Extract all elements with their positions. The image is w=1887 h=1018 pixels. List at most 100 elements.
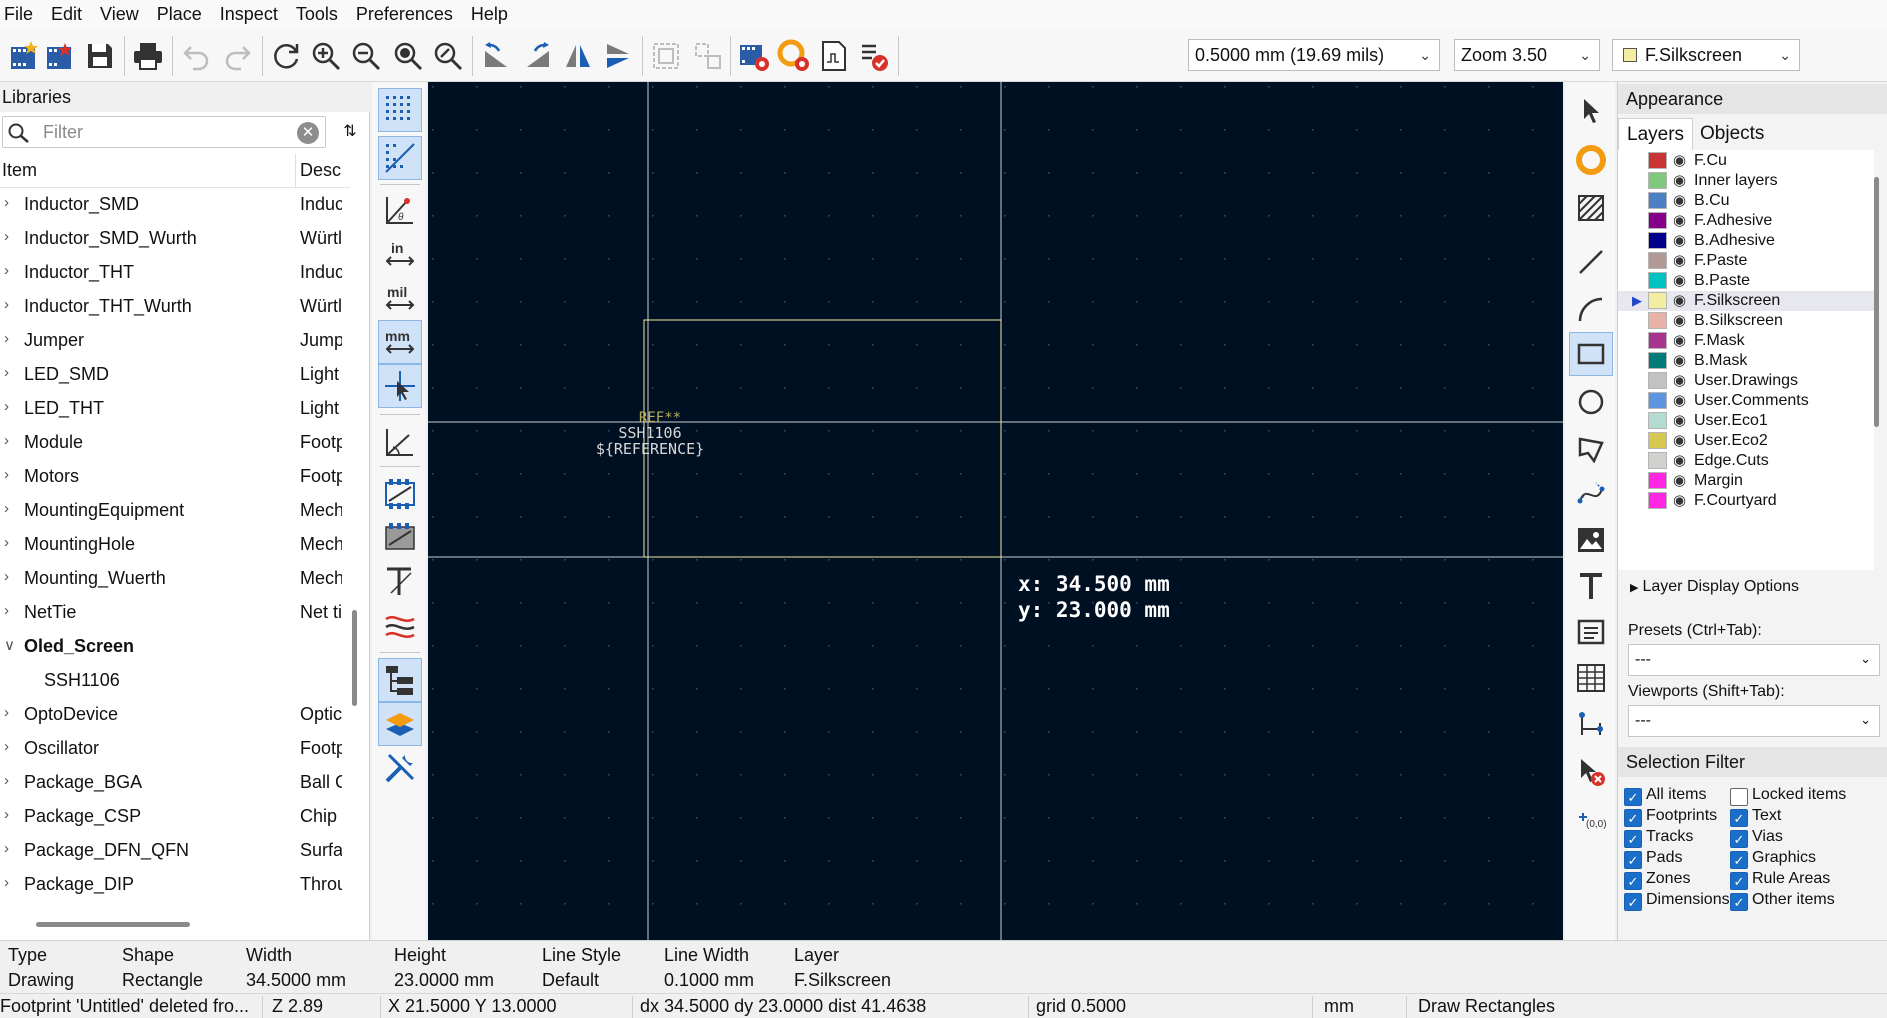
layer-row[interactable]: ◉ User.Eco2	[1618, 431, 1874, 451]
checkbox-checked-icon[interactable]: ✓	[1624, 830, 1642, 848]
layer-row[interactable]: ◉ User.Drawings	[1618, 371, 1874, 391]
chevron-right-icon[interactable]: ›	[4, 568, 9, 585]
draw-circle-button[interactable]	[1569, 380, 1613, 424]
library-item[interactable]: › Inductor_SMD Induc	[0, 188, 350, 222]
checkbox-checked-icon[interactable]: ✓	[1730, 851, 1748, 869]
presets-select[interactable]: --- ⌄	[1628, 644, 1880, 676]
checkbox-checked-icon[interactable]: ✓	[1624, 851, 1642, 869]
units-inches-button[interactable]: in	[378, 232, 422, 276]
zoom-objects-button[interactable]	[428, 36, 468, 76]
eye-visibility-icon[interactable]: ◉	[1673, 151, 1686, 169]
menu-place[interactable]: Place	[153, 0, 216, 28]
column-header-item[interactable]: Item	[2, 160, 37, 181]
selection-filter-checkbox[interactable]: ✓ Tracks	[1624, 828, 1693, 850]
layer-row[interactable]: ◉ B.Paste	[1618, 271, 1874, 291]
layer-color-swatch[interactable]	[1648, 352, 1667, 369]
eye-visibility-icon[interactable]: ◉	[1673, 331, 1686, 349]
layer-color-swatch[interactable]	[1648, 232, 1667, 249]
tab-layers[interactable]: Layers	[1618, 118, 1694, 150]
eye-visibility-icon[interactable]: ◉	[1673, 491, 1686, 509]
delete-tool-button[interactable]	[1569, 750, 1613, 794]
eye-visibility-icon[interactable]: ◉	[1673, 311, 1686, 329]
eye-visibility-icon[interactable]: ◉	[1673, 371, 1686, 389]
zoom-in-button[interactable]	[306, 36, 346, 76]
add-text-button[interactable]	[1569, 564, 1613, 608]
layer-color-swatch[interactable]	[1648, 172, 1667, 189]
library-item[interactable]: › Motors Footp	[0, 460, 350, 494]
pad-settings-button[interactable]	[774, 36, 814, 76]
viewports-select[interactable]: --- ⌄	[1628, 705, 1880, 737]
grid-dots-button[interactable]	[378, 88, 422, 132]
datasheet-button[interactable]	[814, 36, 854, 76]
mirror-h-button[interactable]	[558, 36, 598, 76]
layer-color-swatch[interactable]	[1648, 452, 1667, 469]
selection-filter-checkbox[interactable]: ✓ Other items	[1730, 891, 1835, 913]
layer-row[interactable]: ◉ F.Adhesive	[1618, 211, 1874, 231]
show-footprint-tree-button[interactable]	[378, 658, 422, 702]
refresh-button[interactable]	[266, 36, 306, 76]
menu-view[interactable]: View	[96, 0, 153, 28]
library-horizontal-scrollbar[interactable]	[36, 922, 190, 927]
checkbox-unchecked-icon[interactable]: ✓	[1730, 788, 1748, 806]
layer-row[interactable]: ▶ ◉ F.Silkscreen	[1618, 291, 1874, 311]
layer-row[interactable]: ◉ F.Paste	[1618, 251, 1874, 271]
grid-select[interactable]: 0.5000 mm (19.69 mils) ⌄	[1188, 39, 1440, 71]
layer-color-swatch[interactable]	[1648, 252, 1667, 269]
add-image-button[interactable]	[1569, 518, 1613, 562]
library-item[interactable]: › Package_BGA Ball G	[0, 766, 350, 800]
layer-row[interactable]: ◉ User.Comments	[1618, 391, 1874, 411]
library-item[interactable]: › Module Footp	[0, 426, 350, 460]
chevron-right-icon[interactable]: ›	[4, 602, 9, 619]
full-crosshair-button[interactable]	[378, 364, 422, 408]
layer-row[interactable]: ◉ Edge.Cuts	[1618, 451, 1874, 471]
layer-color-swatch[interactable]	[1648, 292, 1667, 309]
rotate-cw-button[interactable]	[518, 36, 558, 76]
eye-visibility-icon[interactable]: ◉	[1673, 231, 1686, 249]
selection-filter-checkbox[interactable]: ✓ Graphics	[1730, 849, 1816, 871]
clear-filter-icon[interactable]: ✕	[297, 122, 319, 144]
set-anchor-button[interactable]: (0,0)	[1569, 800, 1613, 844]
eye-visibility-icon[interactable]: ◉	[1673, 351, 1686, 369]
graphic-outline-button[interactable]	[378, 420, 422, 464]
pads-outline-button[interactable]	[378, 472, 422, 516]
chevron-right-icon[interactable]: ›	[4, 194, 9, 211]
graphics-outline-button[interactable]	[378, 516, 422, 560]
save-button[interactable]	[80, 36, 120, 76]
library-item[interactable]: ∨ Oled_Screen	[0, 630, 350, 664]
eye-visibility-icon[interactable]: ◉	[1673, 451, 1686, 469]
chevron-right-icon[interactable]: ›	[4, 228, 9, 245]
library-item[interactable]: › OptoDevice Optic	[0, 698, 350, 732]
checkbox-checked-icon[interactable]: ✓	[1730, 809, 1748, 827]
chevron-right-icon[interactable]: ›	[4, 806, 9, 823]
selection-filter-checkbox[interactable]: ✓ Dimensions	[1624, 891, 1730, 913]
library-item[interactable]: › Package_DFN_QFN Surfa	[0, 834, 350, 868]
library-item[interactable]: › Oscillator Footp	[0, 732, 350, 766]
library-vertical-scrollbar[interactable]	[352, 610, 357, 706]
selection-filter-checkbox[interactable]: ✓ Pads	[1624, 849, 1682, 871]
library-item[interactable]: › Inductor_SMD_Wurth Würtl	[0, 222, 350, 256]
checkbox-checked-icon[interactable]: ✓	[1624, 809, 1642, 827]
menu-file[interactable]: File	[0, 0, 47, 28]
units-mils-button[interactable]: mil	[378, 276, 422, 320]
chevron-right-icon[interactable]: ›	[4, 738, 9, 755]
check-footprint-button[interactable]	[854, 36, 894, 76]
layer-row[interactable]: ◉ B.Cu	[1618, 191, 1874, 211]
selection-filter-checkbox[interactable]: ✓ Zones	[1624, 870, 1690, 892]
library-filter-input[interactable]: Filter ✕	[2, 116, 326, 148]
eye-visibility-icon[interactable]: ◉	[1673, 411, 1686, 429]
redo-button[interactable]	[218, 36, 258, 76]
layers-scrollbar[interactable]	[1874, 177, 1879, 427]
library-item[interactable]: › LED_SMD Light	[0, 358, 350, 392]
add-dimension-button[interactable]	[1569, 702, 1613, 746]
eye-visibility-icon[interactable]: ◉	[1673, 431, 1686, 449]
chevron-right-icon[interactable]: ›	[4, 330, 9, 347]
layer-color-swatch[interactable]	[1648, 212, 1667, 229]
checkbox-checked-icon[interactable]: ✓	[1730, 872, 1748, 890]
tab-objects[interactable]: Objects	[1692, 118, 1772, 150]
sort-icon[interactable]: ⇅	[336, 118, 364, 146]
units-mm-button[interactable]: mm	[378, 320, 422, 364]
add-textbox-button[interactable]	[1569, 610, 1613, 654]
selection-filter-checkbox[interactable]: ✓Locked items	[1730, 786, 1846, 808]
layer-row[interactable]: ◉ B.Mask	[1618, 351, 1874, 371]
layer-color-swatch[interactable]	[1648, 312, 1667, 329]
